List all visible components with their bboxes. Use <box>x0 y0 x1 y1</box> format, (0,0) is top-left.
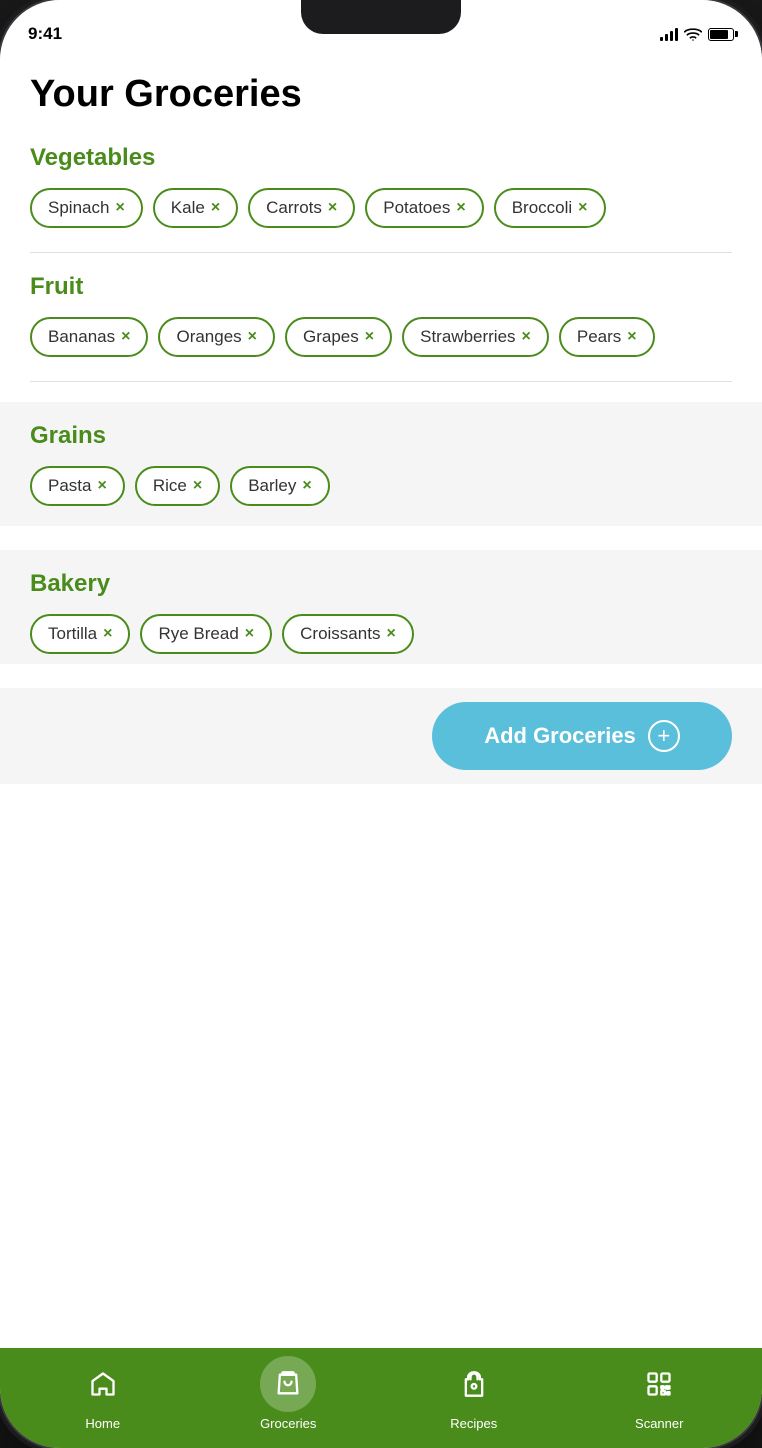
remove-broccoli-icon[interactable]: × <box>578 200 587 216</box>
tags-fruit: Bananas× Oranges× Grapes× Strawberries× … <box>30 317 732 357</box>
tab-recipes[interactable]: Recipes <box>434 1356 514 1431</box>
phone-screen: 9:41 <box>0 0 762 1448</box>
remove-rye-bread-icon[interactable]: × <box>245 626 254 642</box>
tag-pears[interactable]: Pears× <box>559 317 655 357</box>
tab-home[interactable]: Home <box>63 1356 143 1431</box>
remove-strawberries-icon[interactable]: × <box>522 329 531 345</box>
section-title-bakery: Bakery <box>30 570 732 598</box>
tag-tortilla[interactable]: Tortilla× <box>30 614 130 654</box>
remove-kale-icon[interactable]: × <box>211 200 220 216</box>
tab-bar: Home Groceries <box>0 1348 762 1448</box>
remove-barley-icon[interactable]: × <box>302 478 311 494</box>
remove-rice-icon[interactable]: × <box>193 478 202 494</box>
tag-strawberries[interactable]: Strawberries× <box>402 317 549 357</box>
tag-rice[interactable]: Rice× <box>135 466 220 506</box>
section-bakery: Bakery Tortilla× Rye Bread× Croissants× <box>0 550 762 664</box>
divider-2 <box>30 381 732 382</box>
tag-barley[interactable]: Barley× <box>230 466 330 506</box>
notch <box>301 0 461 34</box>
remove-spinach-icon[interactable]: × <box>115 200 124 216</box>
tag-grapes[interactable]: Grapes× <box>285 317 392 357</box>
tab-recipes-label: Recipes <box>450 1416 497 1431</box>
scanner-icon-wrap <box>631 1356 687 1412</box>
remove-pasta-icon[interactable]: × <box>97 478 106 494</box>
status-time: 9:41 <box>28 24 62 44</box>
tab-home-label: Home <box>85 1416 120 1431</box>
remove-pears-icon[interactable]: × <box>627 329 636 345</box>
tag-croissants[interactable]: Croissants× <box>282 614 414 654</box>
groceries-icon <box>274 1370 302 1398</box>
section-fruit: Fruit Bananas× Oranges× Grapes× Strawber… <box>30 273 732 357</box>
tag-oranges[interactable]: Oranges× <box>158 317 275 357</box>
cta-area: Add Groceries + <box>0 688 762 784</box>
tab-scanner-label: Scanner <box>635 1416 683 1431</box>
tab-scanner[interactable]: Scanner <box>619 1356 699 1431</box>
signal-bars-icon <box>660 27 678 41</box>
remove-tortilla-icon[interactable]: × <box>103 626 112 642</box>
remove-oranges-icon[interactable]: × <box>248 329 257 345</box>
tags-grains: Pasta× Rice× Barley× <box>30 466 732 506</box>
tag-bananas[interactable]: Bananas× <box>30 317 148 357</box>
remove-carrots-icon[interactable]: × <box>328 200 337 216</box>
tag-broccoli[interactable]: Broccoli× <box>494 188 606 228</box>
section-title-grains: Grains <box>30 422 732 450</box>
tag-potatoes[interactable]: Potatoes× <box>365 188 483 228</box>
add-groceries-label: Add Groceries <box>484 723 636 749</box>
tag-rye-bread[interactable]: Rye Bread× <box>140 614 272 654</box>
wifi-icon <box>684 27 702 41</box>
page-title: Your Groceries <box>30 74 732 116</box>
tab-groceries[interactable]: Groceries <box>248 1356 328 1431</box>
section-vegetables: Vegetables Spinach× Kale× Carrots× Potat… <box>30 144 732 228</box>
remove-bananas-icon[interactable]: × <box>121 329 130 345</box>
add-plus-icon: + <box>648 720 680 752</box>
divider-1 <box>30 252 732 253</box>
remove-potatoes-icon[interactable]: × <box>456 200 465 216</box>
tags-bakery: Tortilla× Rye Bread× Croissants× <box>30 614 732 654</box>
tag-carrots[interactable]: Carrots× <box>248 188 355 228</box>
scanner-icon <box>645 1370 673 1398</box>
section-title-fruit: Fruit <box>30 273 732 301</box>
groceries-icon-wrap <box>260 1356 316 1412</box>
section-grains: Grains Pasta× Rice× Barley× <box>0 402 762 526</box>
home-icon <box>89 1370 117 1398</box>
remove-croissants-icon[interactable]: × <box>386 626 395 642</box>
tag-spinach[interactable]: Spinach× <box>30 188 143 228</box>
recipes-icon-wrap <box>446 1356 502 1412</box>
remove-grapes-icon[interactable]: × <box>365 329 374 345</box>
home-icon-wrap <box>75 1356 131 1412</box>
phone-frame: 9:41 <box>0 0 762 1448</box>
add-groceries-button[interactable]: Add Groceries + <box>432 702 732 770</box>
tag-pasta[interactable]: Pasta× <box>30 466 125 506</box>
tag-kale[interactable]: Kale× <box>153 188 238 228</box>
recipes-icon <box>460 1370 488 1398</box>
section-title-vegetables: Vegetables <box>30 144 732 172</box>
tab-groceries-label: Groceries <box>260 1416 316 1431</box>
tags-vegetables: Spinach× Kale× Carrots× Potatoes× Brocco… <box>30 188 732 228</box>
status-icons <box>660 27 734 41</box>
battery-icon <box>708 28 734 41</box>
scroll-content[interactable]: Your Groceries Vegetables Spinach× Kale×… <box>0 54 762 1348</box>
